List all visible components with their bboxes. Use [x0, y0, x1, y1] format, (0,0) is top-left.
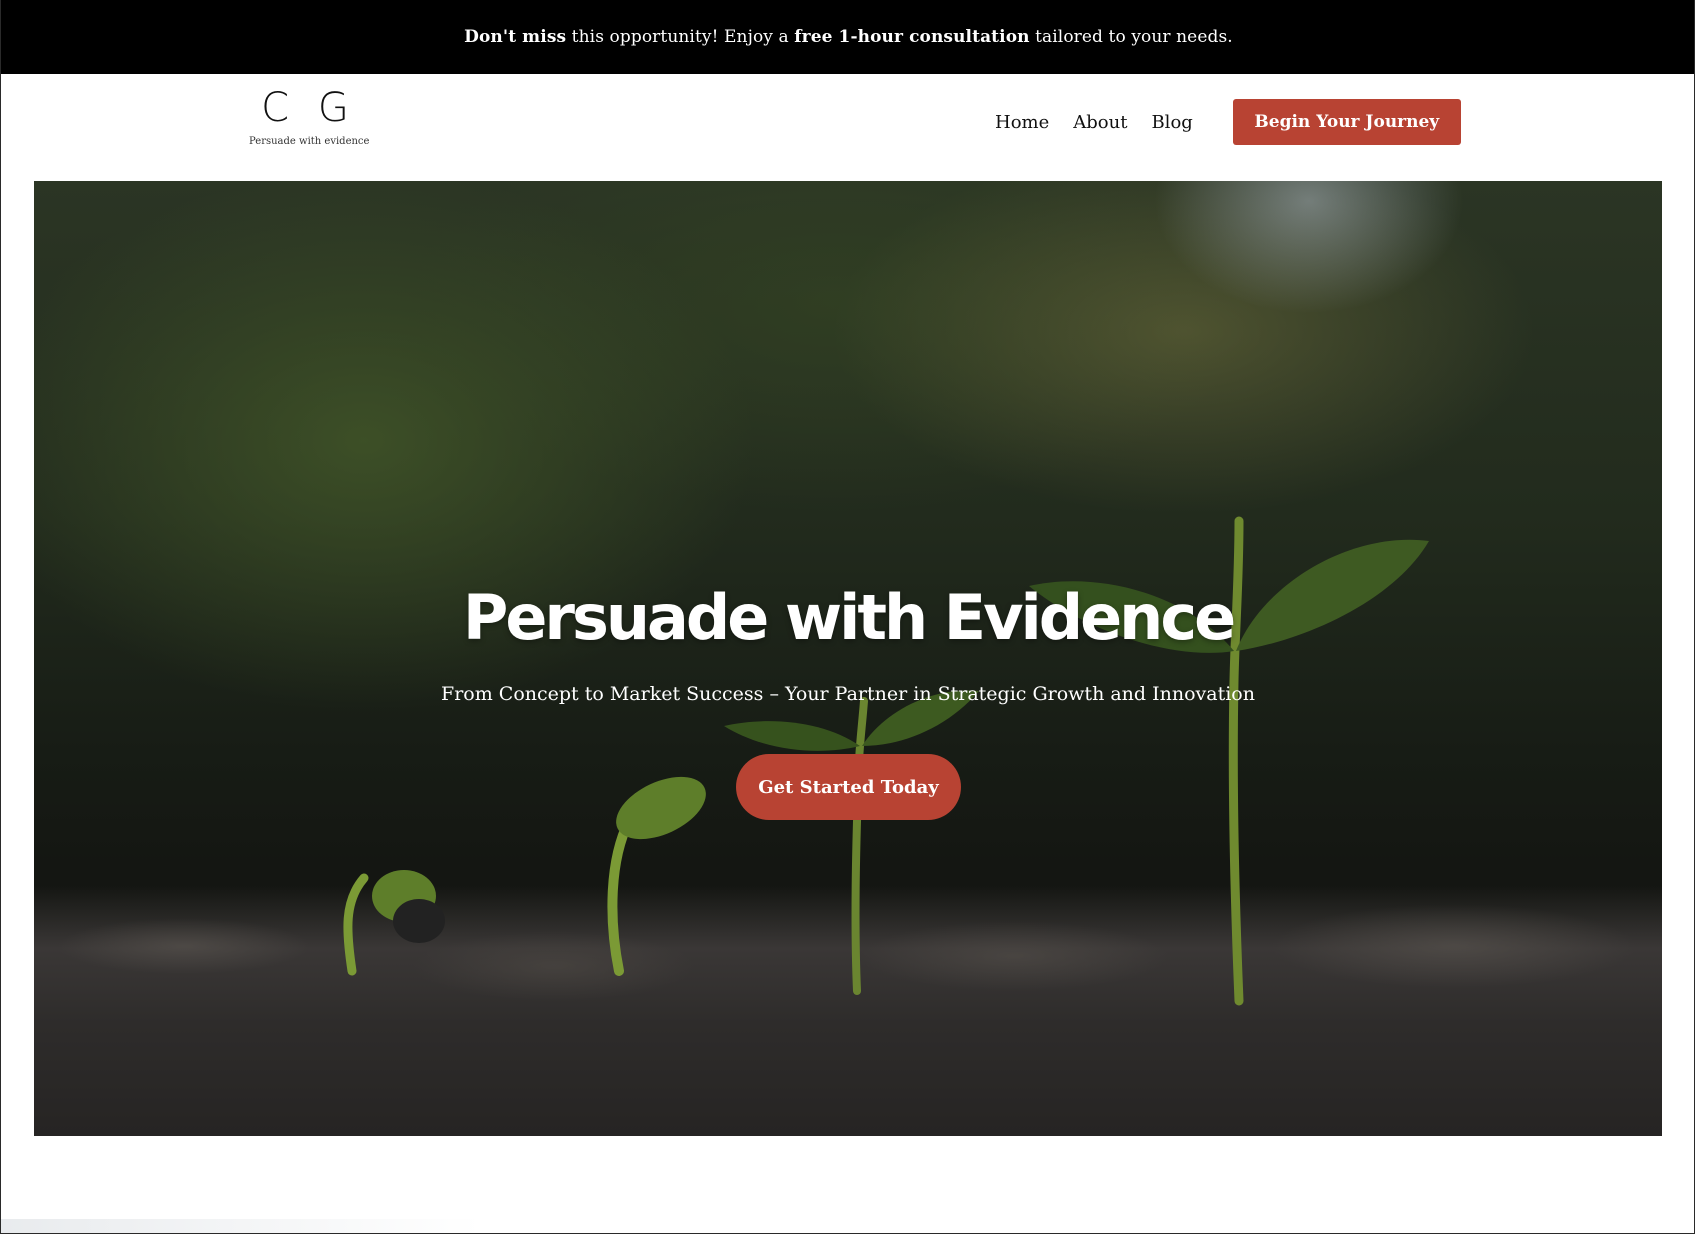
logo-tagline: Persuade with evidence	[249, 136, 370, 147]
hero-content: Persuade with Evidence From Concept to M…	[34, 181, 1662, 1136]
hero-section: Persuade with Evidence From Concept to M…	[34, 181, 1662, 1136]
nav-link-home[interactable]: Home	[995, 112, 1049, 133]
announcement-bold-dont-miss: Don't miss	[464, 27, 567, 47]
announcement-bar: Don't miss this opportunity! Enjoy a fre…	[1, 0, 1694, 74]
browser-page: Don't miss this opportunity! Enjoy a fre…	[0, 0, 1695, 1234]
site-header: C G Persuade with evidence Home About Bl…	[1, 74, 1694, 181]
announcement-text: Don't miss this opportunity! Enjoy a fre…	[464, 27, 1233, 47]
hero-title: Persuade with Evidence	[462, 581, 1236, 654]
announcement-bold-free-consultation: free 1-hour consultation	[794, 27, 1030, 47]
bottom-edge-shadow	[1, 1219, 481, 1233]
begin-journey-button[interactable]: Begin Your Journey	[1232, 99, 1461, 145]
announcement-text-part-2: tailored to your needs.	[1029, 27, 1233, 47]
logo-mark: C G	[261, 85, 357, 131]
main-nav: Home About Blog Begin Your Journey	[995, 99, 1461, 145]
nav-link-about[interactable]: About	[1073, 112, 1127, 133]
site-logo[interactable]: C G Persuade with evidence	[249, 86, 369, 147]
announcement-text-part-1: this opportunity! Enjoy a	[566, 27, 795, 47]
hero-subtitle: From Concept to Market Success – Your Pa…	[441, 683, 1255, 705]
get-started-button[interactable]: Get Started Today	[736, 754, 961, 820]
nav-link-blog[interactable]: Blog	[1151, 112, 1192, 133]
